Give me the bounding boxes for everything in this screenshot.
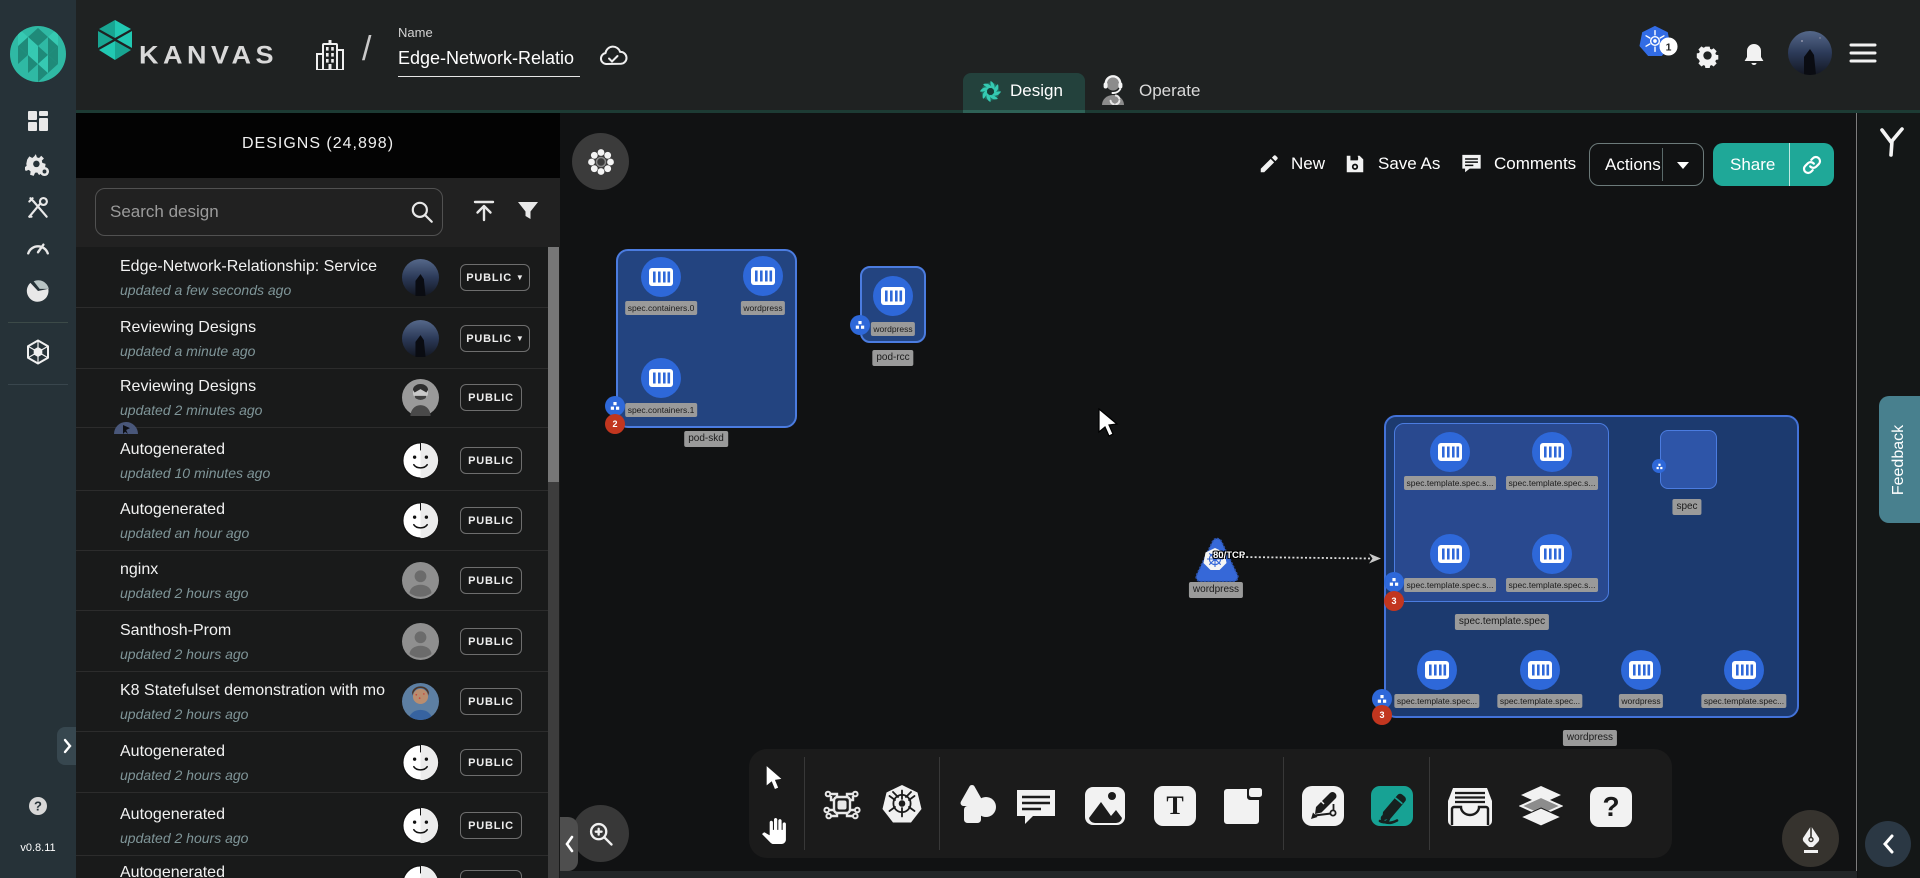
- svg-text:1: 1: [1666, 42, 1672, 53]
- svg-text:?: ?: [34, 798, 42, 813]
